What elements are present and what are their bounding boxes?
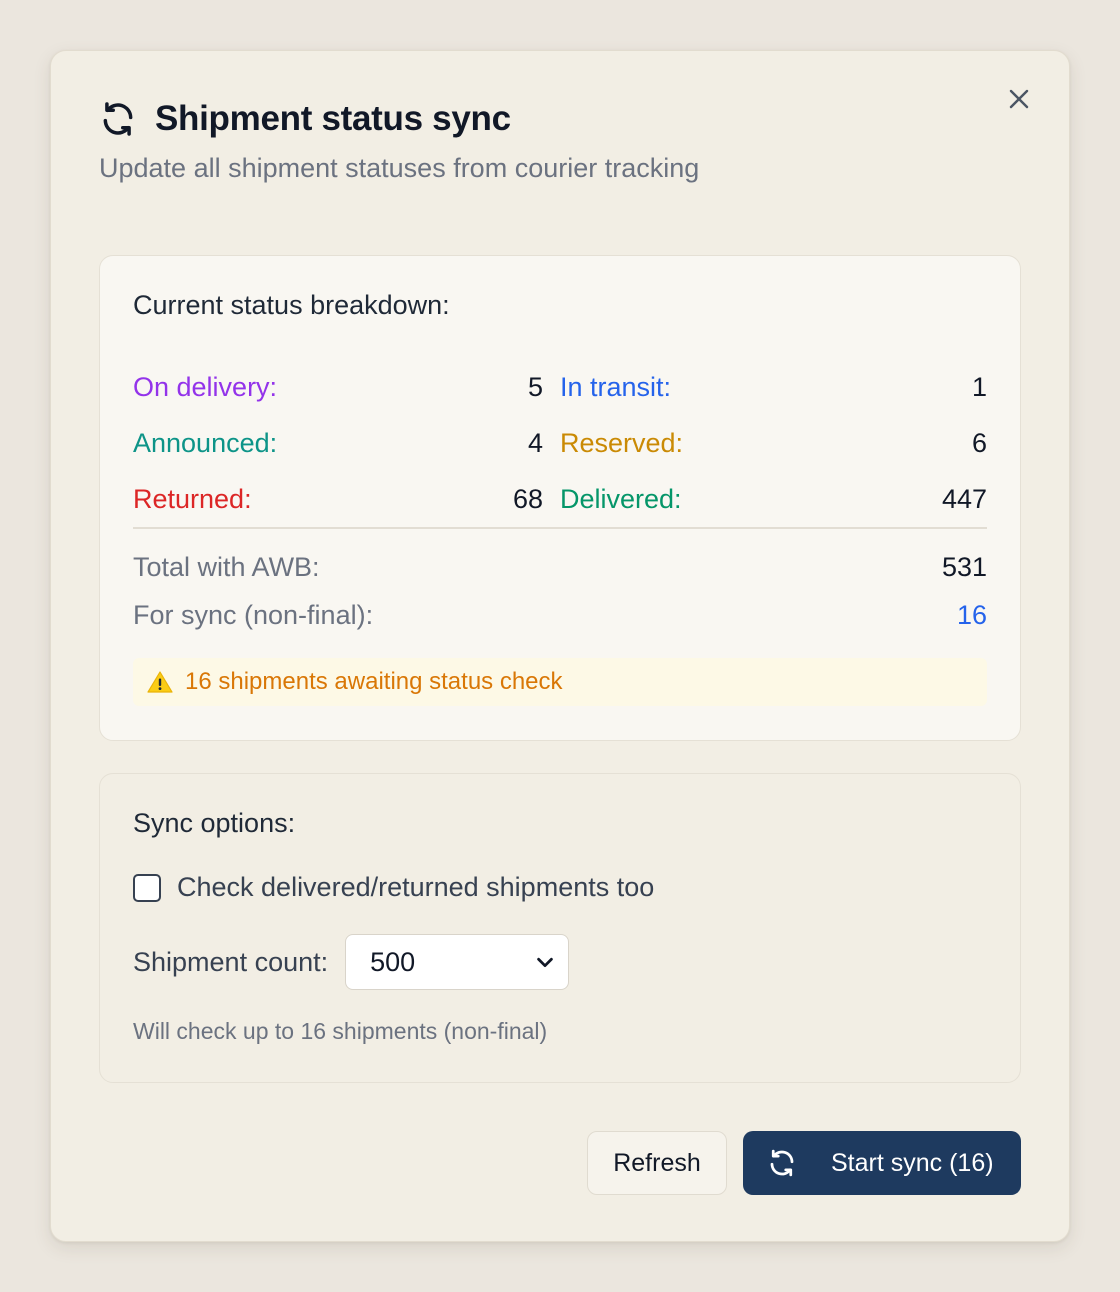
status-count: 68 (512, 483, 543, 514)
for-sync-row: For sync (non-final): 16 (133, 600, 987, 631)
title-row: Shipment status sync (99, 99, 969, 139)
status-grid: On delivery: 5 In transit: 1 Announced: … (133, 359, 987, 527)
refresh-button-label: Refresh (613, 1148, 701, 1177)
total-with-awb-row: Total with AWB: 531 (133, 552, 987, 583)
status-count: 6 (971, 427, 987, 458)
warning-banner: 16 shipments awaiting status check (133, 658, 987, 706)
total-value: 531 (941, 552, 987, 582)
status-on-delivery: On delivery: 5 (133, 372, 560, 403)
status-label: Reserved: (560, 427, 684, 458)
include-final-label[interactable]: Check delivered/returned shipments too (177, 872, 654, 903)
status-delivered: Delivered: 447 (560, 484, 987, 515)
dialog-header: Shipment status sync Update all shipment… (99, 99, 969, 184)
status-in-transit: In transit: 1 (560, 372, 987, 403)
status-row: Returned: 68 Delivered: 447 (133, 471, 987, 527)
status-label: In transit: (560, 371, 672, 402)
include-final-checkbox[interactable] (133, 873, 161, 902)
status-returned: Returned: 68 (133, 484, 560, 515)
breakdown-divider (133, 527, 987, 529)
status-reserved: Reserved: 6 (560, 428, 987, 459)
shipment-count-row: Shipment count: 500 (133, 934, 570, 990)
status-announced: Announced: 4 (133, 428, 560, 459)
dialog-footer: Refresh Start sync (16) (587, 1131, 1021, 1195)
sync-icon (103, 102, 133, 136)
dialog-title: Shipment status sync (155, 99, 511, 138)
include-final-option[interactable]: Check delivered/returned shipments too (133, 872, 654, 903)
warning-icon (147, 671, 173, 693)
status-count: 5 (527, 371, 543, 402)
total-label: Total with AWB: (133, 552, 320, 582)
breakdown-content: Current status breakdown: On delivery: 5… (133, 290, 987, 710)
start-sync-label: Start sync (16) (831, 1148, 994, 1177)
options-title: Sync options: (133, 808, 296, 838)
status-count: 1 (971, 371, 987, 402)
sync-hint: Will check up to 16 shipments (non-final… (133, 1018, 548, 1044)
shipment-count-label: Shipment count: (133, 946, 329, 977)
status-count: 4 (527, 427, 543, 458)
refresh-button[interactable]: Refresh (587, 1131, 727, 1195)
dialog-subtitle: Update all shipment statuses from courie… (99, 153, 700, 183)
close-icon (1009, 89, 1029, 109)
breakdown-title: Current status breakdown: (133, 290, 450, 320)
sync-icon (770, 1149, 794, 1177)
start-sync-button[interactable]: Start sync (16) (743, 1131, 1021, 1195)
shipment-count-value: 500 (370, 946, 416, 977)
sync-options-card: Sync options: Check delivered/returned s… (99, 773, 1021, 1083)
status-breakdown-card: Current status breakdown: On delivery: 5… (99, 255, 1021, 741)
status-row: On delivery: 5 In transit: 1 (133, 359, 987, 415)
status-label: On delivery: (133, 371, 278, 402)
status-label: Delivered: (560, 483, 682, 514)
status-label: Announced: (133, 427, 278, 458)
options-content: Sync options: Check delivered/returned s… (133, 808, 987, 1068)
shipment-count-select[interactable]: 500 (345, 934, 570, 990)
status-row: Announced: 4 Reserved: 6 (133, 415, 987, 471)
for-sync-value: 16 (956, 600, 987, 630)
chevron-down-icon (537, 957, 553, 968)
status-label: Returned: (133, 483, 252, 514)
sync-dialog: Shipment status sync Update all shipment… (50, 50, 1070, 1242)
warning-text: 16 shipments awaiting status check (185, 668, 563, 695)
status-count: 447 (941, 483, 987, 514)
for-sync-label: For sync (non-final): (133, 600, 374, 630)
close-button[interactable] (1003, 83, 1035, 115)
